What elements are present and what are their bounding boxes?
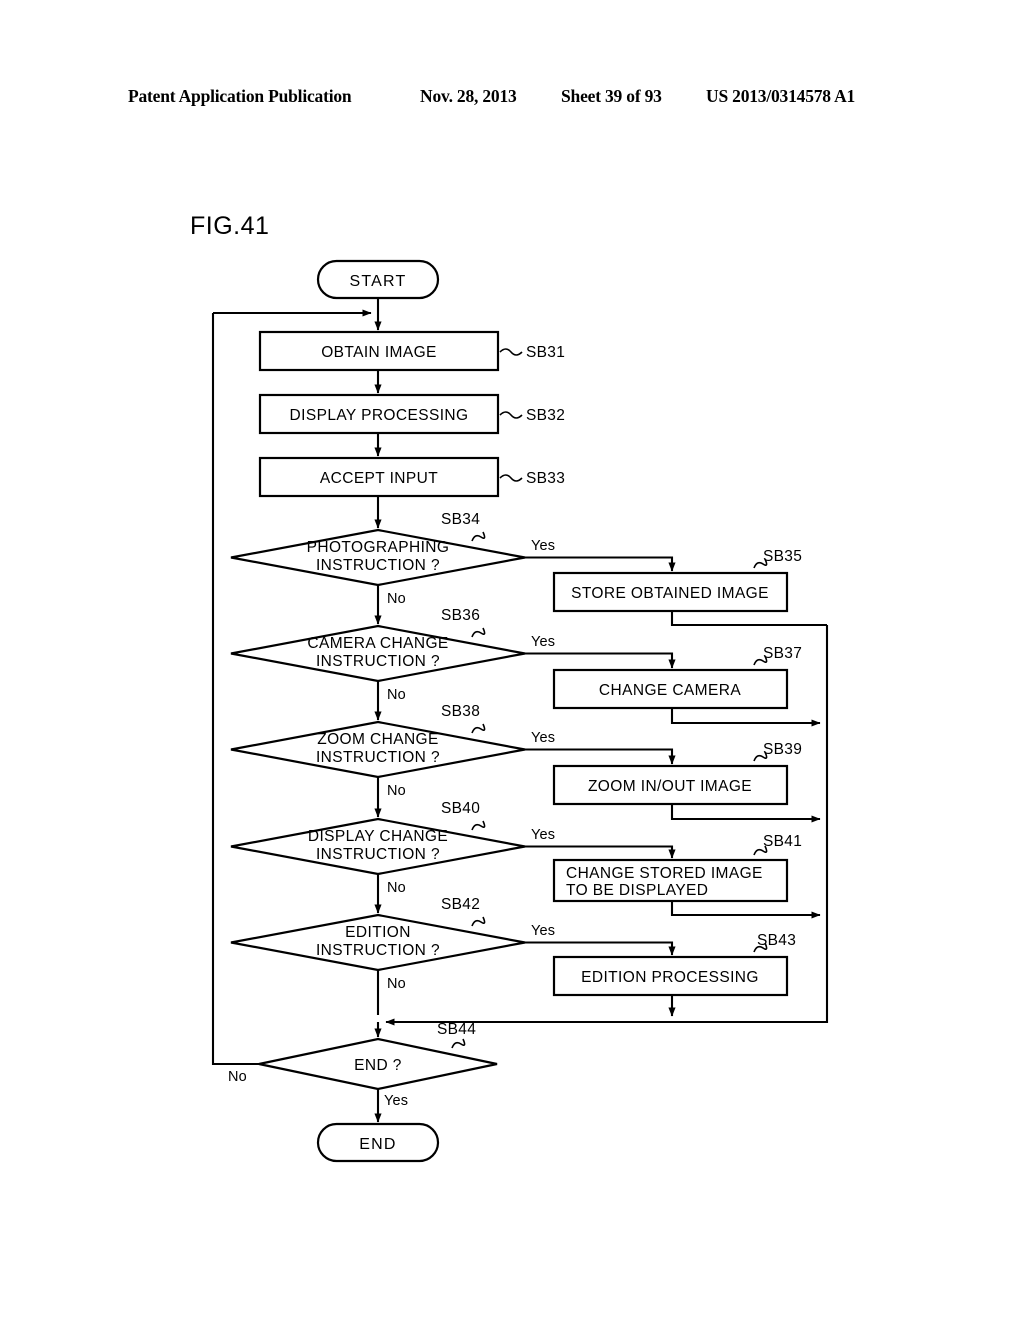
- node-sb34-line1: PHOTOGRAPHING: [307, 539, 450, 556]
- node-sb35-label: STORE OBTAINED IMAGE: [571, 585, 769, 602]
- branch-label-sb38-no: No: [387, 783, 406, 799]
- step-label-sb41: SB41: [763, 833, 802, 850]
- node-sb31: OBTAIN IMAGE SB31: [258, 330, 565, 372]
- branch-label-sb44-yes: Yes: [384, 1093, 408, 1109]
- node-end: END: [316, 1122, 440, 1163]
- branch-label-sb40-yes: Yes: [531, 827, 555, 843]
- step-label-sb36: SB36: [441, 607, 480, 624]
- node-sb37-label: CHANGE CAMERA: [599, 682, 741, 699]
- step-label-sb34: SB34: [441, 511, 480, 528]
- node-sb39-label: ZOOM IN/OUT IMAGE: [588, 778, 752, 795]
- edge-sb35-to-bus: [670, 611, 827, 627]
- branch-label-sb34-no: No: [387, 591, 406, 607]
- node-sb42-line2: INSTRUCTION ?: [316, 942, 440, 959]
- step-label-sb37: SB37: [763, 645, 802, 662]
- node-start-label: START: [350, 273, 407, 290]
- node-sb38-line1: ZOOM CHANGE: [317, 731, 439, 748]
- step-label-sb33: SB33: [526, 470, 565, 487]
- node-start: START: [316, 259, 440, 300]
- step-label-sb35: SB35: [763, 548, 802, 565]
- node-sb32: DISPLAY PROCESSING SB32: [258, 393, 565, 435]
- node-sb40-line1: DISPLAY CHANGE: [308, 828, 448, 845]
- edge-sb38-yes: [525, 748, 676, 765]
- node-sb44-label: END ?: [354, 1057, 402, 1074]
- branch-label-sb42-no: No: [387, 976, 406, 992]
- edge-sb34-yes: [525, 556, 676, 572]
- edge-sb40-yes: [525, 845, 676, 859]
- node-sb33-label: ACCEPT INPUT: [320, 470, 438, 487]
- node-sb34-line2: INSTRUCTION ?: [316, 557, 440, 574]
- step-label-sb40: SB40: [441, 800, 480, 817]
- edge-sb41-to-bus: [670, 901, 821, 919]
- branch-label-sb34-yes: Yes: [531, 538, 555, 554]
- branch-label-sb40-no: No: [387, 880, 406, 896]
- step-label-sb39: SB39: [763, 741, 802, 758]
- step-label-sb38: SB38: [441, 703, 480, 720]
- step-label-sb31: SB31: [526, 344, 565, 361]
- step-label-sb42: SB42: [441, 896, 480, 913]
- edge-sb36-yes: [525, 652, 676, 669]
- branch-label-sb42-yes: Yes: [531, 923, 555, 939]
- edge-sb37-to-bus: [670, 708, 821, 727]
- branch-label-sb38-yes: Yes: [531, 730, 555, 746]
- edge-sb39-to-bus: [670, 804, 821, 823]
- edge-sb42-yes: [525, 941, 676, 956]
- flowchart: START OBTAIN IMAGE SB31 DISPLAY PROCESSI…: [211, 259, 829, 1163]
- node-sb32-label: DISPLAY PROCESSING: [290, 407, 469, 424]
- patent-page: Patent Application Publication Nov. 28, …: [0, 0, 1024, 1320]
- node-sb33: ACCEPT INPUT SB33: [258, 456, 565, 498]
- step-label-sb44: SB44: [437, 1021, 476, 1038]
- step-label-sb43: SB43: [757, 932, 796, 949]
- node-end-label: END: [359, 1136, 396, 1153]
- branch-label-sb36-yes: Yes: [531, 634, 555, 650]
- node-sb38-line2: INSTRUCTION ?: [316, 749, 440, 766]
- branch-label-sb36-no: No: [387, 687, 406, 703]
- node-sb36-line2: INSTRUCTION ?: [316, 653, 440, 670]
- step-label-sb32: SB32: [526, 407, 565, 424]
- node-sb41: CHANGE STORED IMAGE TO BE DISPLAYED SB41: [552, 833, 802, 903]
- node-sb40-line2: INSTRUCTION ?: [316, 846, 440, 863]
- node-sb36-line1: CAMERA CHANGE: [307, 635, 448, 652]
- edge-sb44-no-loopback: [211, 313, 259, 1066]
- branch-label-sb44-no: No: [228, 1069, 247, 1085]
- node-sb42-line1: EDITION: [345, 924, 411, 941]
- node-sb31-label: OBTAIN IMAGE: [321, 344, 437, 361]
- node-sb41-line1: CHANGE STORED IMAGE: [566, 865, 763, 882]
- node-sb43-label: EDITION PROCESSING: [581, 969, 759, 986]
- node-sb41-line2: TO BE DISPLAYED: [566, 882, 708, 899]
